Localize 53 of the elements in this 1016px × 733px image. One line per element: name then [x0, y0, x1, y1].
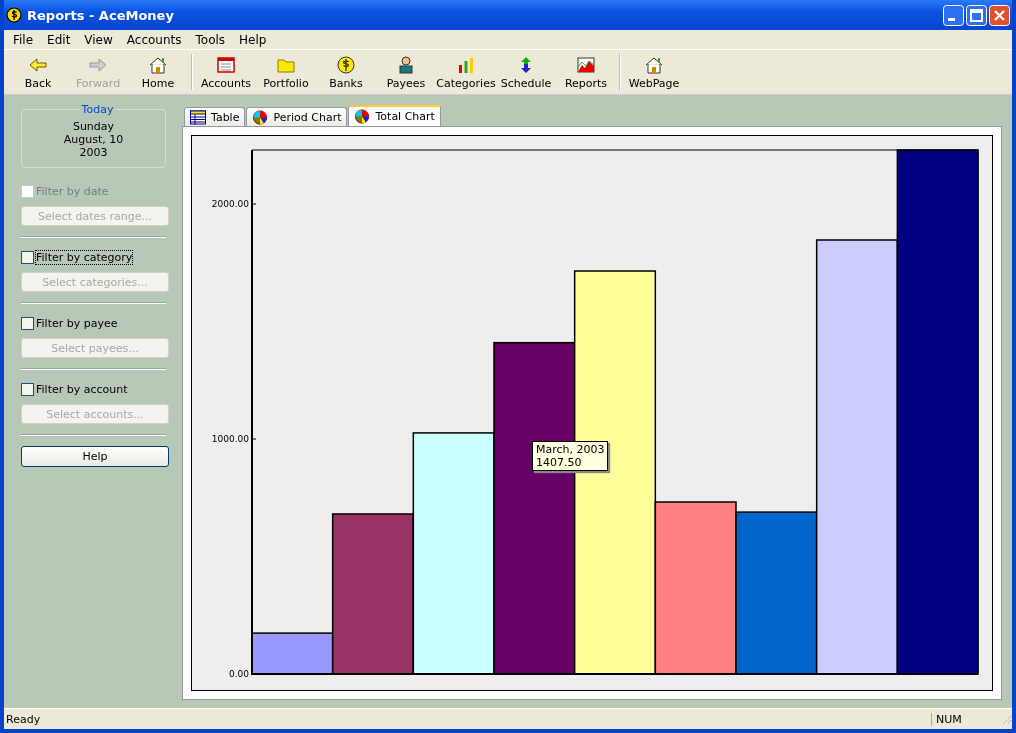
menu-item[interactable]: Tools [188, 32, 233, 47]
ledger-icon [216, 54, 236, 75]
tab[interactable]: Table [184, 107, 246, 126]
checkbox-label[interactable]: Filter by account [36, 382, 128, 396]
toolbar-button[interactable]: Portfolio [256, 52, 316, 92]
toolbar-button[interactable]: Categories [436, 52, 496, 92]
date-text: 2003 [78, 146, 109, 159]
bar[interactable] [331, 513, 415, 675]
person-icon [396, 54, 416, 75]
status-indicator: NUM [931, 712, 980, 726]
maximize-button[interactable] [966, 4, 987, 26]
checkbox-label[interactable]: Filter by payee [36, 316, 118, 330]
minimize-button[interactable] [943, 4, 964, 26]
checkbox[interactable] [21, 316, 34, 330]
toolbar-button[interactable]: Home [128, 52, 188, 92]
help-button[interactable]: Help [21, 446, 169, 467]
toolbar-button[interactable]: Reports [556, 52, 616, 92]
date-text: Sunday [71, 120, 116, 133]
toolbar-button[interactable]: Banks [316, 52, 376, 92]
toolbar-button[interactable]: WebPage [624, 52, 684, 92]
menu-item[interactable]: Accounts [119, 32, 189, 47]
dollar-coin-icon [336, 54, 356, 75]
bar[interactable] [251, 632, 334, 675]
toolbar-button[interactable]: Back [8, 52, 68, 92]
menu-item[interactable]: File [6, 32, 41, 47]
menu-item[interactable]: View [77, 32, 120, 47]
toolbar-button[interactable]: Accounts [196, 52, 256, 92]
date-text: August, 10 [62, 133, 125, 146]
menu-item[interactable]: Help [232, 32, 274, 47]
toolbar-button[interactable]: Payees [376, 52, 436, 92]
checkbox[interactable] [21, 250, 34, 264]
tooltip-value: 1407.50 [535, 455, 583, 469]
status-text: Ready [5, 712, 42, 726]
axis-tick-label: 1000.00 [211, 434, 249, 444]
toolbar-button[interactable]: Schedule [496, 52, 556, 92]
tab[interactable]: Period Chart [246, 107, 348, 126]
bar[interactable] [654, 501, 737, 675]
menu-item[interactable]: Edit [40, 32, 78, 47]
line-chart-icon [576, 54, 596, 75]
group-legend: Today [79, 103, 116, 116]
window-title: Reports - AceMoney [27, 7, 175, 23]
axis-tick-label: 2000.00 [211, 199, 249, 210]
dollar-coin-icon [6, 7, 22, 23]
close-button[interactable] [989, 4, 1010, 26]
checkbox-label[interactable]: Filter by category [36, 250, 133, 264]
axis-tick-label: 0.00 [228, 669, 249, 679]
tab[interactable]: Total Chart [348, 105, 441, 126]
bar[interactable] [412, 432, 495, 675]
bar[interactable] [815, 239, 899, 675]
pie-chart-icon [354, 109, 371, 124]
tooltip-title: March, 2003 [535, 442, 605, 456]
pie-chart-icon [252, 109, 269, 125]
checkbox[interactable] [21, 382, 34, 396]
